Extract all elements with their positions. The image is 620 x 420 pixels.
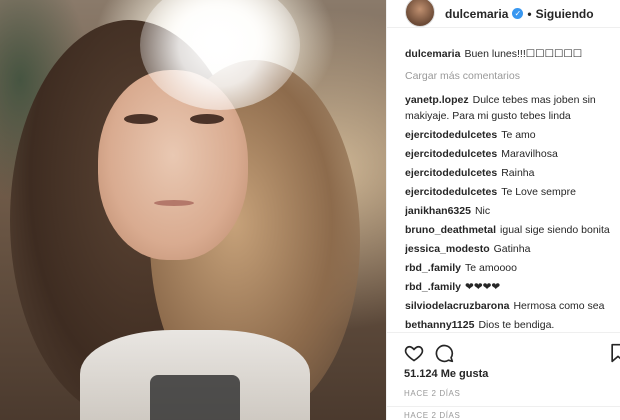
comment-username[interactable]: ejercitodedulcetes: [405, 186, 497, 198]
comment-text: Rainha: [501, 167, 535, 179]
comment-username[interactable]: rbd_.family: [405, 262, 461, 274]
comment-username[interactable]: bruno_deathmetal: [405, 224, 496, 236]
comment-username[interactable]: yanetp.lopez: [405, 94, 469, 106]
comment-row: ejercitodedulcetes Maravilhosa: [405, 146, 619, 162]
caption: dulcemaria Buen lunes!!!☐☐☐☐☐☐: [405, 46, 619, 62]
comment-row: jessica_modesto Gatinha: [405, 241, 619, 257]
mouth: [154, 200, 194, 206]
comment-row: ejercitodedulcetes Rainha: [405, 165, 619, 181]
comment-row: bruno_deathmetal igual sige siendo bonita: [405, 222, 619, 238]
comment-username[interactable]: jessica_modesto: [405, 243, 490, 255]
load-more-comments-link[interactable]: Cargar más comentarios: [405, 68, 619, 84]
comment-text: igual sige siendo bonita: [500, 224, 610, 236]
comment-row: yanetp.lopez Dulce tebes mas joben sin ma…: [405, 92, 619, 124]
comment-row: ejercitodedulcetes Te amo: [405, 127, 619, 143]
comment-row: silviodelacruzbarona Hermosa como sea: [405, 298, 619, 314]
comment-username[interactable]: ejercitodedulcetes: [405, 129, 497, 141]
separator-dot: •: [527, 6, 532, 21]
add-comment-label: HACE 2 DÍAS: [404, 411, 461, 420]
comment-username[interactable]: silviodelacruzbarona: [405, 300, 509, 312]
comment-text: Nic: [474, 205, 491, 217]
comment-text: ❤❤❤❤: [465, 281, 501, 293]
comment-text: Dios te bendiga.: [478, 319, 555, 330]
action-bar: [386, 332, 620, 372]
post-time: HACE 2 DÍAS: [404, 389, 461, 398]
comment-row: bethanny1125 Dios te bendiga.: [405, 317, 619, 330]
comment-username[interactable]: ejercitodedulcetes: [405, 148, 497, 160]
comments-list[interactable]: dulcemaria Buen lunes!!!☐☐☐☐☐☐ Cargar más…: [405, 46, 619, 330]
comment-icon[interactable]: [434, 343, 454, 363]
post-photo: [0, 0, 386, 420]
comment-row: ejercitodedulcetes Te Love sempre: [405, 184, 619, 200]
caption-text: Buen lunes!!!☐☐☐☐☐☐: [464, 48, 583, 60]
comment-row: rbd_.family ❤❤❤❤: [405, 279, 619, 295]
right-eye: [190, 114, 224, 124]
shirt-print: [150, 375, 240, 420]
comment-text: Te amoooo: [465, 262, 517, 274]
comment-username[interactable]: ejercitodedulcetes: [405, 167, 497, 179]
caption-username[interactable]: dulcemaria: [405, 48, 460, 60]
header-username[interactable]: dulcemaria: [445, 7, 508, 21]
add-comment-area[interactable]: HACE 2 DÍAS: [386, 406, 620, 420]
likes-count[interactable]: 51.124 Me gusta: [404, 368, 488, 380]
comment-text: Te amo: [501, 129, 536, 141]
comment-row: rbd_.family Te amoooo: [405, 260, 619, 276]
post-header: dulcemaria ✓ • Siguiendo: [387, 0, 620, 28]
comment-row: janikhan6325 Nic: [405, 203, 619, 219]
bookmark-icon[interactable]: [608, 343, 620, 363]
comment-text: Maravilhosa: [501, 148, 558, 160]
comment-username[interactable]: janikhan6325: [405, 205, 471, 217]
comment-username[interactable]: bethanny1125: [405, 319, 474, 330]
comment-text: Te Love sempre: [501, 186, 576, 198]
heart-icon[interactable]: [404, 343, 424, 363]
comment-username[interactable]: rbd_.family: [405, 281, 461, 293]
left-eye: [124, 114, 158, 124]
comment-text: Gatinha: [493, 243, 531, 255]
verified-badge-icon: ✓: [512, 8, 524, 19]
avatar[interactable]: [405, 0, 435, 27]
follow-status-button[interactable]: Siguiendo: [536, 7, 594, 21]
comment-text: Hermosa como sea: [513, 300, 605, 312]
